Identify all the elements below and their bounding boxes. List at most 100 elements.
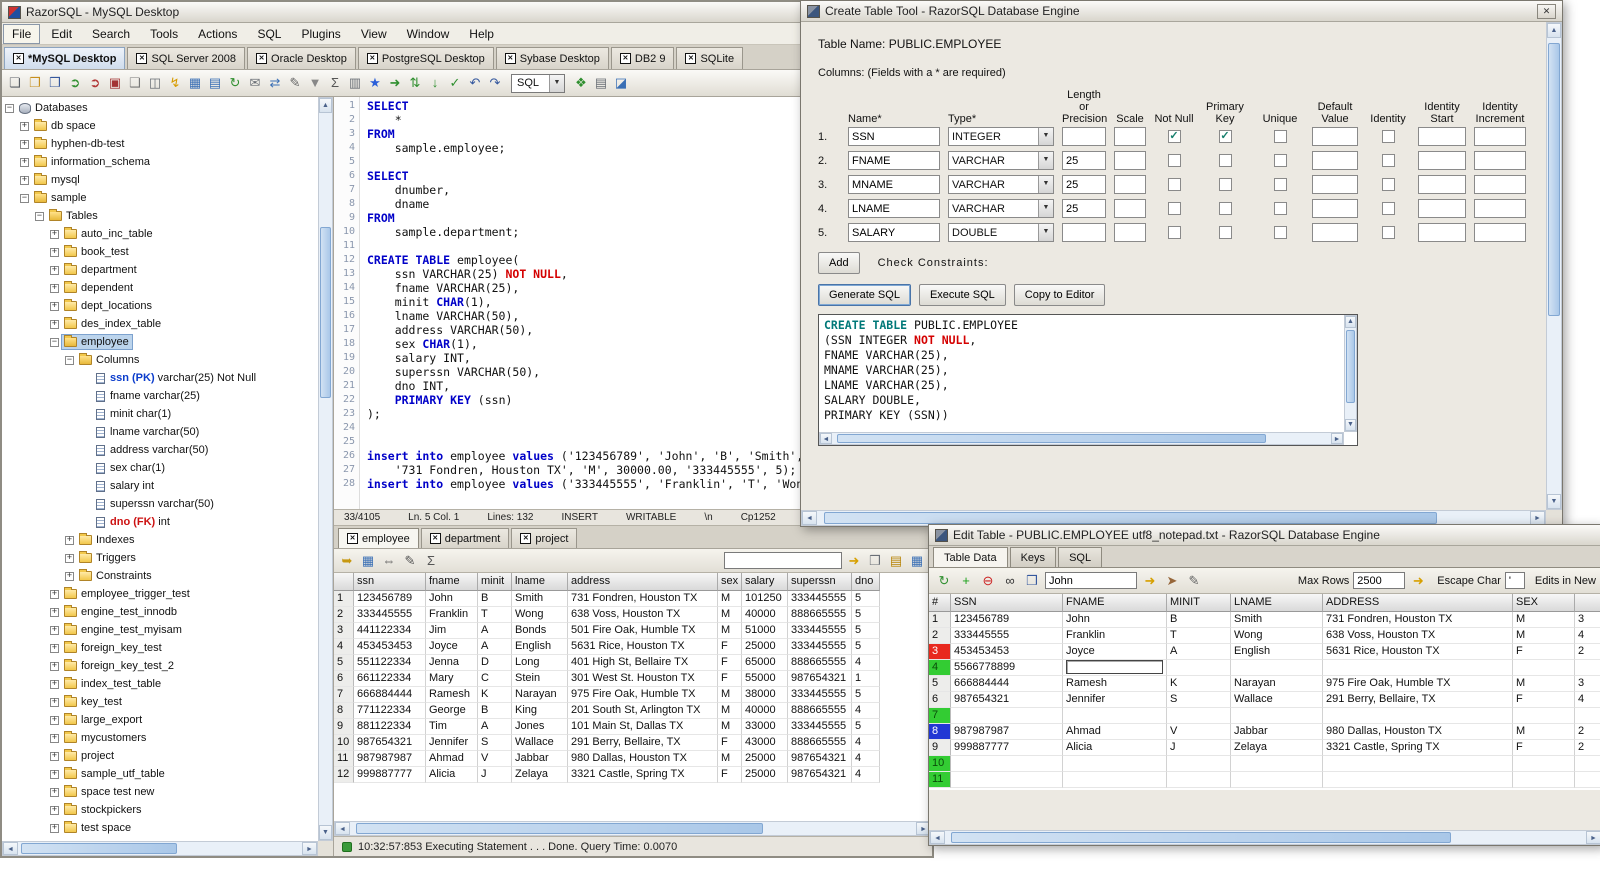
tree-expander-icon[interactable]: + (65, 553, 74, 563)
edit-cell[interactable]: 2 (1575, 644, 1600, 660)
results-column-header[interactable]: sex (718, 573, 742, 591)
scrollbar-thumb[interactable] (1548, 42, 1560, 317)
length-input[interactable] (1062, 175, 1106, 194)
results-column-header[interactable]: lname (512, 573, 568, 591)
unique-checkbox[interactable] (1273, 154, 1287, 167)
describe-icon[interactable]: ✎ (286, 74, 304, 92)
dropdown-arrow-icon[interactable]: ▼ (1038, 152, 1053, 169)
column-type-select[interactable]: DOUBLE ▼ (948, 223, 1054, 242)
edit-cell[interactable]: F (1513, 740, 1575, 756)
results-horizontal-scrollbar[interactable]: ◄ ► (334, 821, 932, 836)
disconnect-icon[interactable]: ➲ (86, 74, 104, 92)
schema-tools-icon[interactable]: ◫ (146, 74, 164, 92)
tree-expander-icon[interactable]: + (50, 787, 59, 797)
report-icon[interactable]: ▤ (887, 552, 905, 570)
refresh-icon[interactable]: ↻ (226, 74, 244, 92)
generated-sql-box[interactable]: CREATE TABLE PUBLIC.EMPLOYEE (SSN INTEGER… (818, 314, 1358, 446)
edit-column-header[interactable]: LNAME (1231, 594, 1323, 612)
edit-cell[interactable]: V (1167, 724, 1231, 740)
export-file-icon[interactable]: ❒ (866, 552, 884, 570)
edit-cell[interactable]: Ramesh (1063, 676, 1167, 692)
close-icon[interactable]: ✕ (1537, 3, 1556, 19)
tree-expander-icon[interactable]: + (65, 535, 74, 545)
default-value-input[interactable] (1312, 223, 1358, 242)
scroll-left-icon[interactable]: ◄ (802, 511, 817, 525)
tree-item[interactable]: + auto_inc_table (2, 225, 318, 243)
scroll-right-icon[interactable]: ► (1530, 511, 1545, 525)
scroll-right-icon[interactable]: ► (1331, 433, 1343, 444)
row-number[interactable]: 6 (929, 692, 951, 708)
tree-expander-icon[interactable]: + (50, 643, 59, 653)
results-tab[interactable]: ✕ project (511, 528, 578, 548)
row-number[interactable]: 1 (929, 612, 951, 628)
results-column-header[interactable] (334, 573, 354, 591)
edit-cell[interactable]: 666884444 (951, 676, 1063, 692)
identity-checkbox[interactable] (1381, 178, 1395, 191)
edit-cell[interactable]: S (1167, 692, 1231, 708)
tree-item[interactable]: + engine_test_myisam (2, 621, 318, 639)
default-value-input[interactable] (1312, 175, 1358, 194)
results-row[interactable]: 12 999887777 Alicia J Zelaya 3321 Castle, Spr… (334, 767, 932, 783)
edit-column-header[interactable]: FNAME (1063, 594, 1167, 612)
export-results-icon[interactable]: ➥ (338, 552, 356, 570)
connection-tab[interactable]: ✕ PostgreSQL Desktop (357, 47, 494, 69)
length-input[interactable] (1062, 223, 1106, 242)
not-null-checkbox[interactable] (1167, 154, 1181, 167)
tree-vertical-scrollbar[interactable]: ▲ ▼ (318, 97, 333, 841)
edit-cell[interactable]: A (1167, 644, 1231, 660)
results-row[interactable]: 11 987987987 Ahmad V Jabbar 980 Dallas, Houst… (334, 751, 932, 767)
edit-cell[interactable]: 4 (1575, 692, 1600, 708)
tree-item[interactable]: + des_index_table (2, 315, 318, 333)
edit-cell[interactable] (1231, 772, 1323, 788)
edit-cell[interactable]: Alicia (1063, 740, 1167, 756)
cell-editor-input[interactable] (1066, 660, 1163, 674)
create-table-titlebar[interactable]: Create Table Tool - RazorSQL Database En… (801, 1, 1562, 22)
column-type-select[interactable]: VARCHAR ▼ (948, 151, 1054, 170)
results-column-header[interactable]: fname (426, 573, 478, 591)
row-search-input[interactable] (1045, 572, 1137, 589)
edit-cell[interactable]: Jennifer (1063, 692, 1167, 708)
export-table-icon[interactable]: ▤ (206, 74, 224, 92)
edit-cell[interactable] (1167, 708, 1231, 724)
scroll-left-icon[interactable]: ◄ (820, 433, 832, 444)
tree-expander-icon[interactable]: + (50, 769, 59, 779)
close-tab-icon[interactable]: ✕ (136, 53, 148, 64)
tree-expander-icon[interactable]: + (50, 733, 59, 743)
tree-item[interactable]: + sample_utf_table (2, 765, 318, 783)
identity-increment-input[interactable] (1474, 175, 1526, 194)
edit-cell[interactable]: Franklin (1063, 628, 1167, 644)
delete-row-icon[interactable]: ⊖ (979, 572, 997, 590)
edit-row[interactable]: 4 5566778899 (929, 660, 1600, 676)
edit-cell[interactable]: 999887777 (951, 740, 1063, 756)
tree-item[interactable]: superssn varchar(50) (2, 495, 318, 513)
tree-item[interactable]: + engine_test_innodb (2, 603, 318, 621)
window-vertical-scrollbar[interactable]: ▲ ▼ (1546, 22, 1562, 510)
column-type-select[interactable]: VARCHAR ▼ (948, 175, 1054, 194)
close-tab-icon[interactable]: ✕ (347, 533, 358, 544)
scroll-left-icon[interactable]: ◄ (3, 842, 18, 855)
identity-checkbox[interactable] (1381, 202, 1395, 215)
results-column-header[interactable]: superssn (788, 573, 852, 591)
tree-expander-icon[interactable]: + (50, 823, 59, 833)
results-row[interactable]: 5 551122334 Jenna D Long 401 High St, Bellair… (334, 655, 932, 671)
length-input[interactable] (1062, 127, 1106, 146)
tree-expander-icon[interactable]: + (50, 247, 59, 257)
edit-table-titlebar[interactable]: Edit Table - PUBLIC.EMPLOYEE utf8_notepa… (929, 525, 1600, 546)
results-row[interactable]: 9 881122334 Tim A Jones 101 Main St, Dallas T… (334, 719, 932, 735)
table-view-icon[interactable]: ▦ (186, 74, 204, 92)
find-row-icon[interactable]: ∞ (1001, 572, 1019, 590)
edit-cell[interactable]: J (1167, 740, 1231, 756)
tree-item[interactable]: + foreign_key_test_2 (2, 657, 318, 675)
connect-icon[interactable]: ➲ (66, 74, 84, 92)
identity-start-input[interactable] (1418, 223, 1466, 242)
edit-cell[interactable]: Wallace (1231, 692, 1323, 708)
launch-tool-icon[interactable]: ◪ (612, 74, 630, 92)
edit-row[interactable]: 2 333445555 Franklin T Wong 638 Voss, Houston… (929, 628, 1600, 644)
results-row[interactable]: 1 123456789 John B Smith 731 Fondren, Houston… (334, 591, 932, 607)
column-type-select[interactable]: VARCHAR ▼ (948, 199, 1054, 218)
not-null-checkbox[interactable] (1167, 226, 1181, 239)
tree-expander-icon[interactable]: + (50, 229, 59, 239)
connection-tab[interactable]: ✕ Sybase Desktop (495, 47, 609, 69)
close-tab-icon[interactable]: ✕ (13, 53, 24, 64)
tree-item[interactable]: fname varchar(25) (2, 387, 318, 405)
